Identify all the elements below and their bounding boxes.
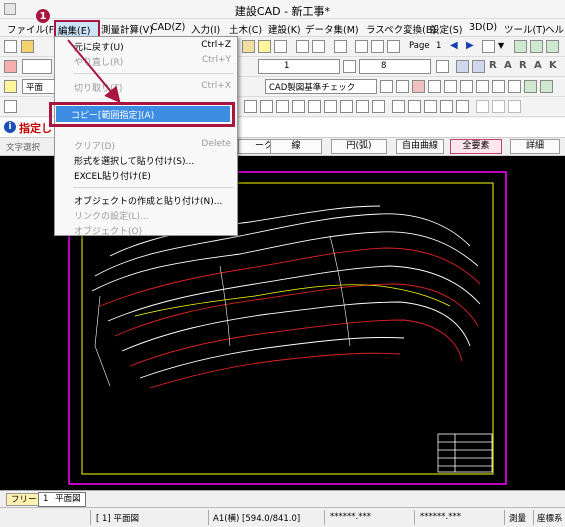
annotation-arrow <box>67 39 121 104</box>
step-number-badge: 1 <box>35 8 51 24</box>
